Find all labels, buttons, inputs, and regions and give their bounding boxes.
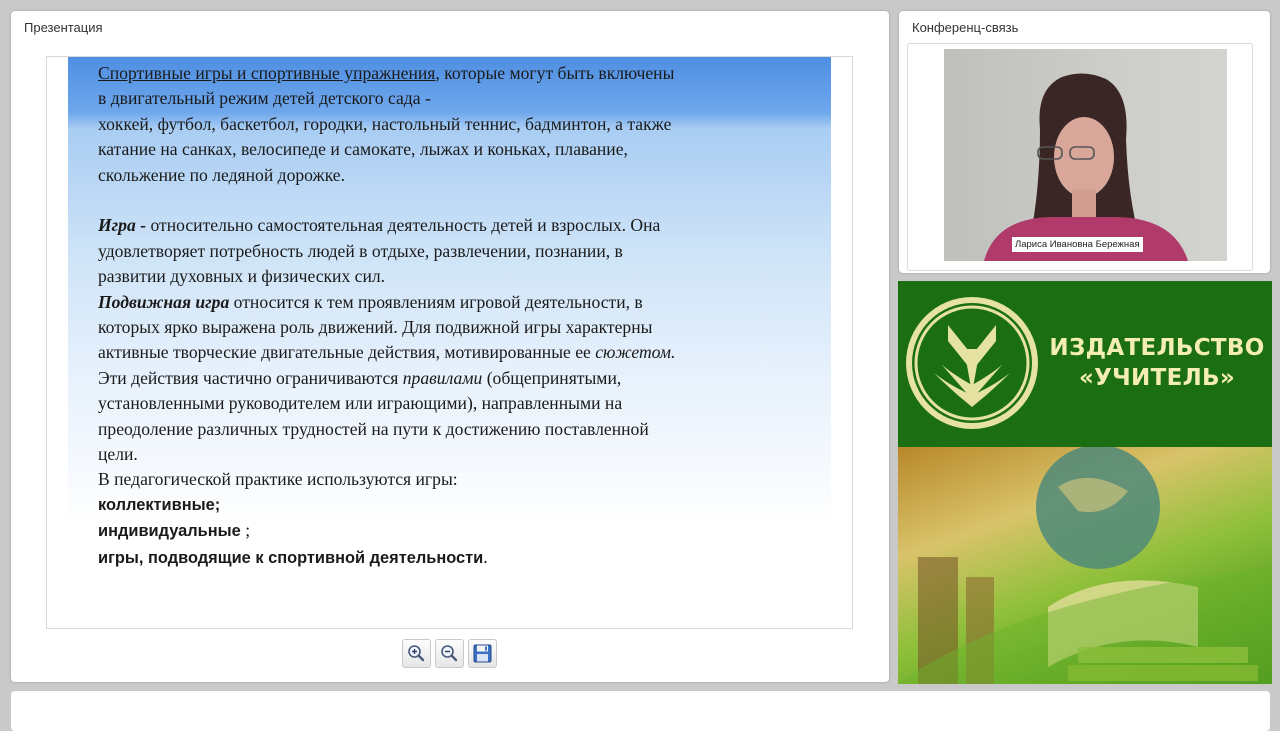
- slide: Спортивные игры и спортивные упражнения,…: [46, 56, 853, 629]
- slide-line: преодоление различных трудностей на пути…: [98, 418, 649, 439]
- slide-text: Спортивные игры и спортивные упражнения,…: [98, 61, 818, 571]
- slide-line: Спортивные игры и спортивные упражнения,…: [98, 63, 675, 83]
- term-game: Игра: [98, 215, 136, 236]
- slide-line: удовлетворяет потребность людей в отдыхе…: [98, 240, 623, 261]
- publisher-banner-top: ИЗДАТЕЛЬСТВО «УЧИТЕЛЬ»: [898, 281, 1272, 447]
- slide-line: установленными руководителем или играющи…: [98, 393, 623, 414]
- zoom-out-button[interactable]: [435, 639, 464, 668]
- floppy-disk-icon: [473, 644, 492, 663]
- game-type-collective: коллективные;: [98, 495, 221, 514]
- slide-line: скольжение по ледяной дорожке.: [98, 164, 346, 185]
- slide-line: Игра - относительно самостоятельная деят…: [98, 215, 661, 236]
- term-mobile-game: Подвижная игра: [98, 291, 230, 312]
- slide-line: В педагогической практике используются и…: [98, 469, 458, 490]
- slide-line: Подвижная игра относится к тем проявлени…: [98, 291, 643, 312]
- bottom-panel: [11, 691, 1270, 731]
- slide-line: активные творческие двигательные действи…: [98, 342, 676, 363]
- slide-line: которых ярко выражена роль движений. Для…: [98, 317, 653, 338]
- zoom-in-button[interactable]: [402, 639, 431, 668]
- presentation-title: Презентация: [24, 20, 103, 35]
- slide-line: цели.: [98, 444, 138, 465]
- zoom-out-icon: [441, 645, 458, 662]
- slide-line: развитии духовных и физических сил.: [98, 266, 386, 287]
- game-type-sport: игры, подводящие к спортивной деятельнос…: [98, 546, 488, 567]
- publisher-banner: ИЗДАТЕЛЬСТВО «УЧИТЕЛЬ»: [898, 281, 1272, 684]
- game-type-individual: индивидуальные ;: [98, 520, 251, 541]
- publisher-name: ИЗДАТЕЛЬСТВО «УЧИТЕЛЬ»: [1049, 335, 1265, 391]
- conference-panel: Конференц-связь Лариса Ивановна Бережная: [899, 11, 1270, 273]
- books-illustration: [898, 445, 1272, 684]
- save-button[interactable]: [468, 639, 497, 668]
- zoom-in-icon: [408, 645, 425, 662]
- slide-line: хоккей, футбол, баскетбол, городки, наст…: [98, 113, 672, 134]
- books-globe-image: [898, 445, 1272, 684]
- slide-line: в двигательный режим детей детского сада…: [98, 88, 431, 109]
- presentation-panel: Презентация Спортивные игры и спортивные…: [11, 11, 889, 682]
- speaker-name-tag: Лариса Ивановна Бережная: [1012, 237, 1143, 252]
- slide-line: катание на санках, велосипеде и самокате…: [98, 139, 628, 160]
- publisher-logo: [906, 297, 1038, 429]
- conference-title: Конференц-связь: [912, 20, 1019, 35]
- slide-link[interactable]: Спортивные игры и спортивные упражнения: [98, 63, 435, 83]
- webcam-video[interactable]: Лариса Ивановна Бережная: [944, 49, 1227, 261]
- speaker-image: [984, 73, 1188, 261]
- slide-line: Эти действия частично ограничиваются пра…: [98, 367, 622, 388]
